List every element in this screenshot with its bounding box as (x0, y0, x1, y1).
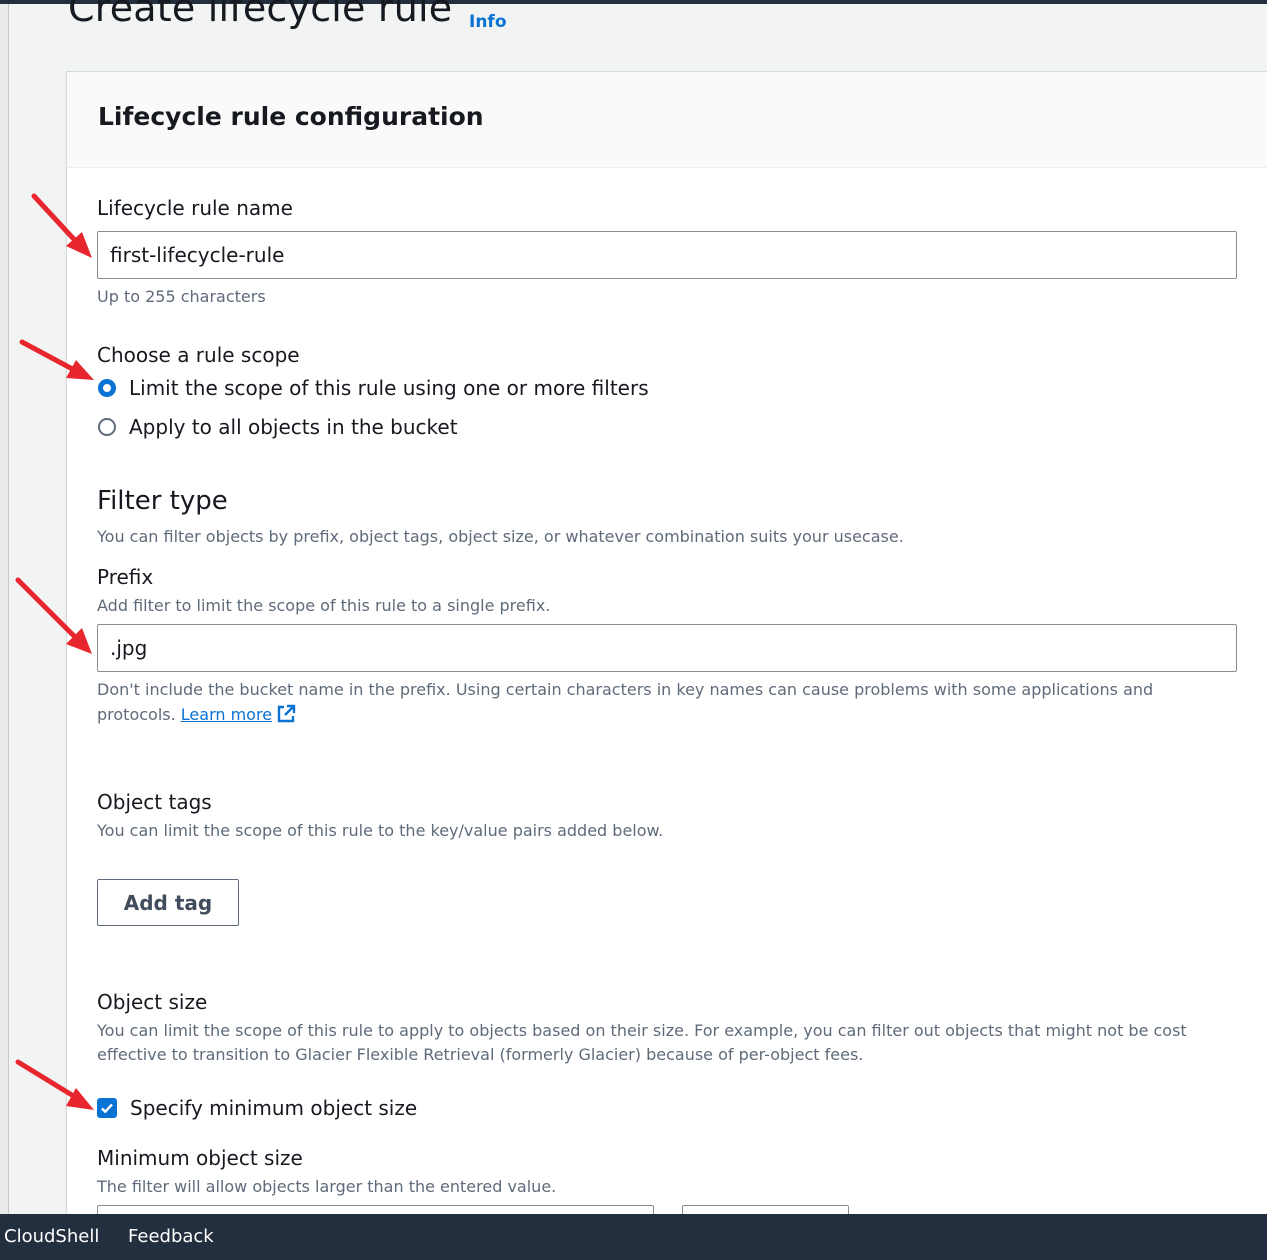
min-size-checkbox-label: Specify minimum object size (130, 1096, 418, 1120)
scope-option-filters-label: Limit the scope of this rule using one o… (129, 376, 649, 400)
learn-more-label[interactable]: Learn more (181, 705, 272, 724)
prefix-help-text: protocols. (97, 705, 176, 724)
min-size-checkbox-row[interactable]: Specify minimum object size (97, 1096, 417, 1120)
panel-header: Lifecycle rule configuration (67, 72, 1267, 168)
page-title: Create lifecycle rule (68, 0, 453, 30)
filter-type-description: You can filter objects by prefix, object… (97, 527, 904, 546)
min-size-description: The filter will allow objects larger tha… (97, 1177, 557, 1196)
radio-unselected-icon[interactable] (98, 418, 116, 436)
console-footer: CloudShell Feedback (0, 1214, 1267, 1260)
rule-name-input[interactable] (97, 231, 1237, 279)
scope-option-all-objects-label: Apply to all objects in the bucket (129, 415, 458, 439)
rule-name-label: Lifecycle rule name (97, 196, 293, 220)
object-size-description-line2: effective to transition to Glacier Flexi… (97, 1045, 864, 1064)
prefix-input[interactable] (97, 624, 1237, 672)
scope-option-all-objects[interactable]: Apply to all objects in the bucket (98, 415, 458, 439)
checkbox-checked-icon[interactable] (97, 1098, 117, 1118)
object-tags-description: You can limit the scope of this rule to … (97, 821, 664, 840)
left-navigation-rail (0, 4, 9, 1214)
rule-scope-label: Choose a rule scope (97, 343, 300, 367)
prefix-description: Add filter to limit the scope of this ru… (97, 596, 551, 615)
prefix-help-line1: Don't include the bucket name in the pre… (97, 680, 1154, 699)
min-size-label: Minimum object size (97, 1146, 303, 1170)
add-tag-button[interactable]: Add tag (97, 879, 239, 926)
object-tags-label: Object tags (97, 790, 212, 814)
filter-type-heading: Filter type (97, 486, 228, 516)
object-size-description-line1: You can limit the scope of this rule to … (97, 1021, 1187, 1040)
panel-title: Lifecycle rule configuration (98, 102, 484, 131)
rule-name-constraint: Up to 255 characters (97, 287, 266, 306)
radio-selected-icon[interactable] (98, 379, 116, 397)
object-size-label: Object size (97, 990, 208, 1014)
feedback-button[interactable]: Feedback (128, 1226, 214, 1247)
prefix-help-line2: protocols. Learn more (97, 704, 296, 724)
external-link-icon[interactable] (276, 704, 296, 724)
scope-option-filters[interactable]: Limit the scope of this rule using one o… (98, 376, 649, 400)
cloudshell-button[interactable]: CloudShell (4, 1226, 99, 1247)
info-link[interactable]: Info (469, 12, 507, 32)
learn-more-link[interactable]: Learn more (181, 704, 296, 724)
prefix-label: Prefix (97, 565, 154, 589)
